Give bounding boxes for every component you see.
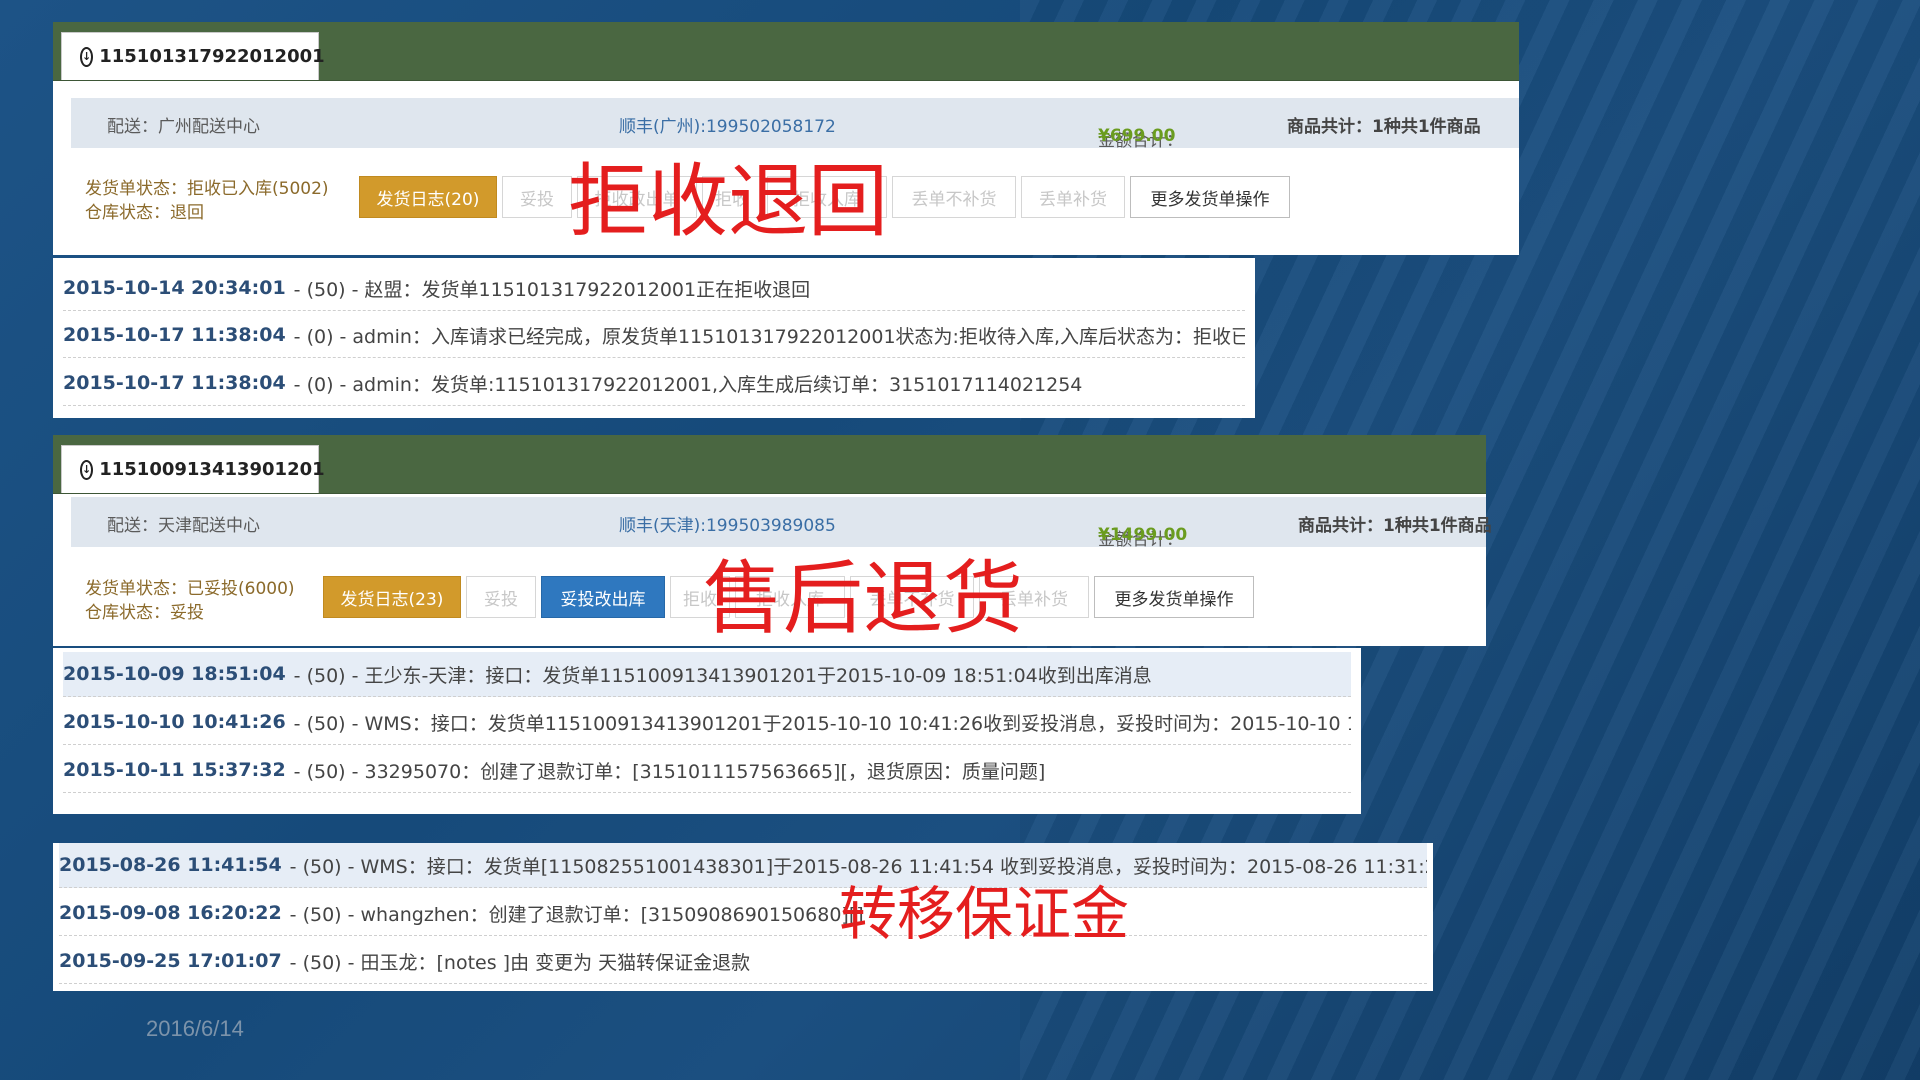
amount-value: ¥699.00 — [1098, 126, 1176, 146]
log-row: 2015-10-09 18:51:04 - (50) - 王少东-天津：接口：发… — [63, 652, 1351, 697]
slide-date: 2016/6/14 — [146, 1016, 244, 1041]
order-tabbar: ↓ 115101317922012001 — [53, 22, 1519, 81]
lost-no-refill-button[interactable]: 丢单不补货 — [892, 176, 1016, 218]
log-timestamp: 2015-10-10 10:41:26 — [63, 711, 286, 733]
annotation-after-sale-return: 售后退货 — [703, 552, 1023, 645]
order-tab[interactable]: ↓ 115101317922012001 — [61, 32, 325, 80]
annotation-transfer-deposit: 转移保证金 — [839, 880, 1130, 948]
log-text: - (50) - WMS：接口：发货单[115082551001438301]于… — [289, 855, 1427, 878]
order-info-bar: 配送：广州配送中心 顺丰(广州):199502058172 金额合计： ¥699.… — [71, 98, 1519, 151]
log-row: 2015-10-14 20:34:01 - (50) - 赵盟：发货单11510… — [63, 266, 1245, 311]
log-row: 2015-10-17 11:38:04 - (0) - admin：入库请求已经… — [63, 313, 1245, 358]
log-timestamp: 2015-10-17 11:38:04 — [63, 324, 286, 346]
order-log-3: 2015-08-26 11:41:54 - (50) - WMS：接口：发货单[… — [53, 843, 1433, 991]
log-timestamp: 2015-10-09 18:51:04 — [63, 663, 286, 685]
more-shipment-actions-button[interactable]: 更多发货单操作 — [1094, 576, 1254, 618]
order-id: 115100913413901201 — [99, 459, 325, 480]
log-row: 2015-08-26 11:41:54 - (50) - WMS：接口：发货单[… — [59, 843, 1427, 888]
order-status: 发货单状态：拒收已入库(5002) 仓库状态：退回 — [85, 177, 329, 225]
deliver-button[interactable]: 妥投 — [466, 576, 536, 618]
log-timestamp: 2015-08-26 11:41:54 — [59, 854, 282, 876]
lost-refill-button[interactable]: 丢单补货 — [1021, 176, 1125, 218]
amount-value: ¥1499.00 — [1098, 525, 1188, 545]
log-timestamp: 2015-10-14 20:34:01 — [63, 277, 286, 299]
order-info-bar: 配送：天津配送中心 顺丰(天津):199503989085 金额合计： ¥1499… — [71, 497, 1492, 550]
item-count: 商品共计：1种共1件商品 — [1298, 516, 1492, 536]
delivery-center: 配送：广州配送中心 — [107, 117, 260, 137]
shipment-status: 发货单状态：已妥投(6000) — [85, 579, 295, 599]
log-text: - (50) - 33295070：创建了退款订单：[3151011157563… — [293, 760, 1046, 783]
courier-tracking-link[interactable]: 顺丰(天津):199503989085 — [619, 511, 836, 536]
log-row: 2015-09-25 17:01:07 - (50) - 田玉龙：[notes … — [59, 939, 1427, 984]
warehouse-status: 仓库状态：退回 — [85, 203, 204, 223]
order-tab[interactable]: ↓ 115100913413901201 — [61, 445, 325, 493]
log-timestamp: 2015-10-17 11:38:04 — [63, 372, 286, 394]
log-timestamp: 2015-09-08 16:20:22 — [59, 902, 282, 924]
download-circle-icon: ↓ — [80, 459, 94, 480]
warehouse-status: 仓库状态：妥投 — [85, 603, 204, 623]
log-row: 2015-10-10 10:41:26 - (50) - WMS：接口：发货单1… — [63, 700, 1351, 745]
order-panel-2: ↓ 115100913413901201 配送：天津配送中心 顺丰(天津):19… — [53, 435, 1492, 646]
order-status: 发货单状态：已妥投(6000) 仓库状态：妥投 — [85, 577, 295, 625]
log-timestamp: 2015-09-25 17:01:07 — [59, 950, 282, 972]
item-count: 商品共计：1种共1件商品 — [1287, 117, 1481, 137]
log-text: - (0) - admin：发货单:115101317922012001,入库生… — [293, 373, 1083, 396]
log-text: - (50) - 田玉龙：[notes ]由 变更为 天猫转保证金退款 — [289, 951, 751, 974]
order-tabbar: ↓ 115100913413901201 — [53, 435, 1486, 494]
log-text: - (0) - admin：入库请求已经完成，原发货单1151013179220… — [293, 325, 1245, 348]
more-shipment-actions-button[interactable]: 更多发货单操作 — [1130, 176, 1290, 218]
log-text: - (50) - 赵盟：发货单115101317922012001正在拒收退回 — [293, 278, 811, 301]
download-circle-icon: ↓ — [80, 46, 94, 67]
log-row: 2015-10-11 15:37:32 - (50) - 33295070：创建… — [63, 748, 1351, 793]
shipping-log-button[interactable]: 发货日志(23) — [323, 576, 461, 618]
order-panel-1: ↓ 115101317922012001 配送：广州配送中心 顺丰(广州):19… — [53, 22, 1519, 255]
shipment-status: 发货单状态：拒收已入库(5002) — [85, 179, 329, 199]
order-log-1: 2015-10-14 20:34:01 - (50) - 赵盟：发货单11510… — [53, 258, 1255, 418]
log-row: 2015-09-08 16:20:22 - (50) - whangzhen：创… — [59, 891, 1427, 936]
order-log-2: 2015-10-09 18:51:04 - (50) - 王少东-天津：接口：发… — [53, 648, 1361, 814]
deliver-button[interactable]: 妥投 — [502, 176, 572, 218]
log-timestamp: 2015-10-11 15:37:32 — [63, 759, 286, 781]
deliver-to-outbound-button[interactable]: 妥投改出库 — [541, 576, 665, 618]
courier-tracking-link[interactable]: 顺丰(广州):199502058172 — [619, 112, 836, 137]
order-id: 115101317922012001 — [99, 46, 325, 67]
log-row: 2015-10-17 11:38:04 - (0) - admin：发货单:11… — [63, 361, 1245, 406]
log-text: - (50) - WMS：接口：发货单115100913413901201于20… — [293, 712, 1351, 735]
log-text: - (50) - whangzhen：创建了退款订单：[315090869015… — [289, 903, 864, 926]
annotation-reject-return: 拒收退回 — [568, 155, 888, 248]
delivery-center: 配送：天津配送中心 — [107, 516, 260, 536]
log-text: - (50) - 王少东-天津：接口：发货单115100913413901201… — [293, 664, 1152, 687]
shipping-log-button[interactable]: 发货日志(20) — [359, 176, 497, 218]
